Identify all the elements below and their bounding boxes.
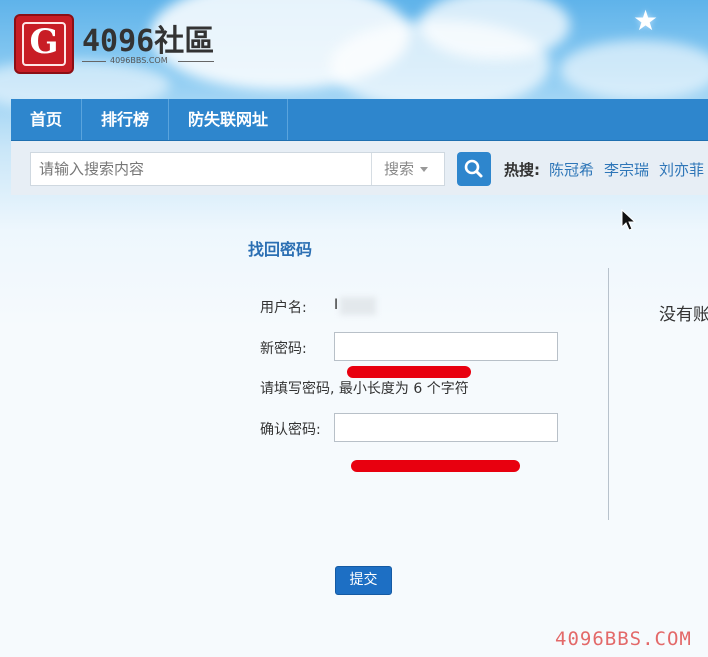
mouse-cursor-icon — [621, 209, 637, 231]
search-input[interactable] — [31, 153, 369, 185]
confirm-password-field[interactable] — [334, 413, 558, 442]
search-box: 搜索 — [30, 152, 445, 186]
logo-title: 4096社區 — [82, 24, 215, 59]
confirm-password-label: 确认密码: — [260, 422, 321, 438]
logo-badge-icon: G — [14, 14, 74, 74]
column-divider — [608, 268, 609, 520]
logo-subtitle: 4096BBS.COM — [110, 56, 168, 65]
hot-search-label: 热搜: — [504, 161, 540, 179]
nav-item-ranking[interactable]: 排行榜 — [82, 99, 170, 140]
hot-link-2[interactable]: 李宗瑞 — [604, 159, 649, 180]
watermark: 4096BBS.COM — [555, 628, 692, 650]
redaction-mark — [347, 366, 471, 378]
new-password-field[interactable] — [334, 332, 558, 361]
new-password-label: 新密码: — [260, 341, 307, 357]
username-label: 用户名: — [260, 300, 307, 316]
chevron-down-icon — [420, 167, 429, 172]
star-icon: ★ — [633, 4, 659, 37]
submit-button[interactable]: 提交 — [335, 566, 392, 595]
username-redaction — [340, 297, 376, 315]
search-type-dropdown[interactable]: 搜索 — [371, 153, 445, 185]
redaction-mark — [351, 460, 520, 472]
search-type-label: 搜索 — [384, 160, 415, 178]
password-hint: 请填写密码, 最小长度为 6 个字符 — [260, 381, 469, 397]
search-icon — [464, 159, 483, 178]
sidebar-text: 没有账 — [659, 305, 708, 325]
hot-link-1[interactable]: 陈冠希 — [549, 159, 594, 180]
username-value: I — [334, 297, 339, 313]
nav-item-backup-urls[interactable]: 防失联网址 — [169, 99, 289, 140]
site-logo[interactable]: G 4096社區 4096BBS.COM — [10, 12, 220, 74]
page-title: 找回密码 — [248, 240, 313, 259]
nav-item-home[interactable]: 首页 — [11, 99, 83, 140]
search-bar: 搜索 热搜: 陈冠希 李宗瑞 刘亦菲 — [11, 141, 708, 195]
hot-link-3[interactable]: 刘亦菲 — [659, 159, 704, 180]
main-nav: 首页 排行榜 防失联网址 — [11, 99, 708, 141]
search-button[interactable] — [457, 152, 491, 186]
